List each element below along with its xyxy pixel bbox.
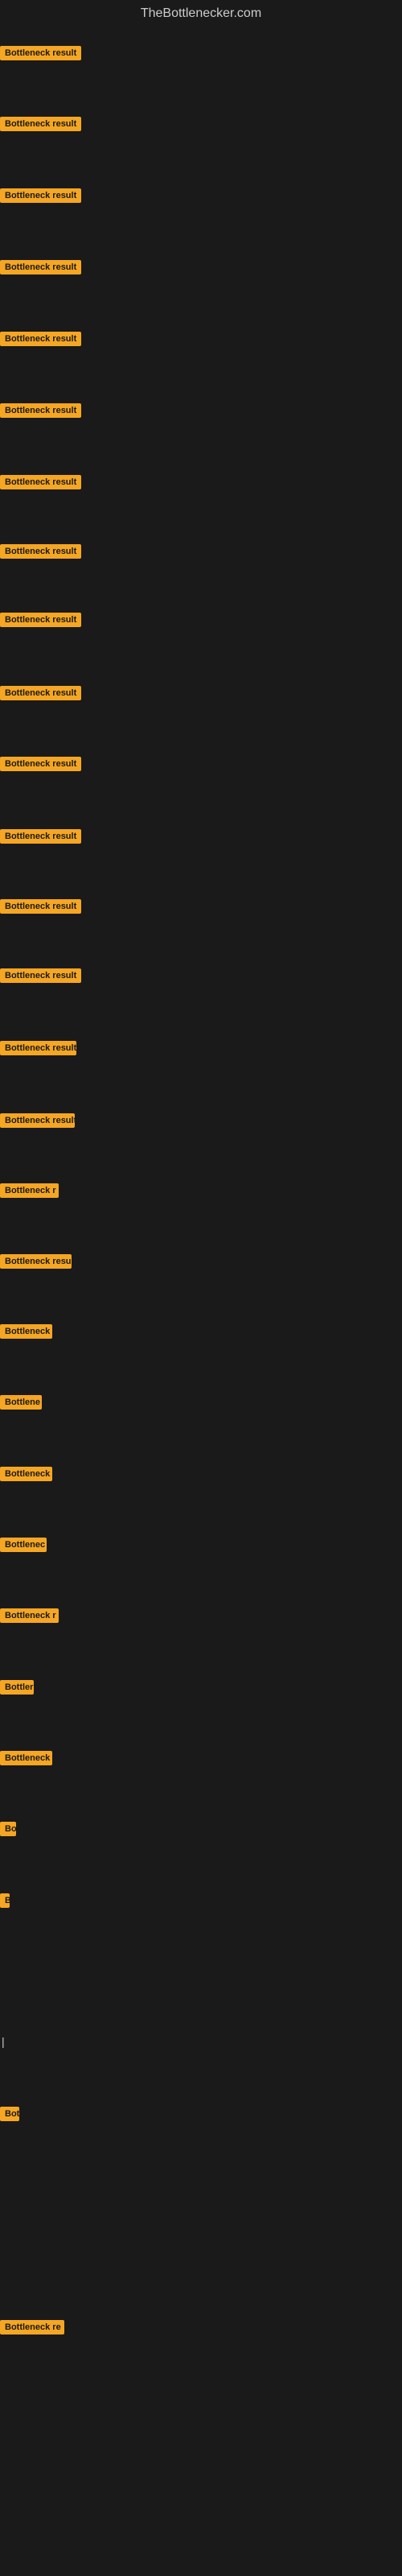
bottleneck-badge: Bottlene (0, 1395, 42, 1410)
bottleneck-badge: Bottleneck result (0, 544, 81, 559)
bottleneck-cursor: | (2, 2035, 5, 2048)
bottleneck-badge: Bottleneck (0, 1324, 52, 1339)
bottleneck-item[interactable]: Bottleneck r (0, 1608, 59, 1627)
bottleneck-item[interactable]: Bottleneck result (0, 46, 81, 64)
bottleneck-badge: Bottleneck r (0, 1608, 59, 1623)
bottleneck-badge: Bottleneck result (0, 117, 81, 131)
bottleneck-badge: Bottleneck result (0, 1113, 75, 1128)
bottleneck-badge: Bottleneck result (0, 475, 81, 489)
bottleneck-badge: Bottleneck (0, 1751, 52, 1765)
bottleneck-item[interactable]: Bottlene (0, 1395, 42, 1414)
bottleneck-badge: Bo (0, 1822, 16, 1836)
bottleneck-item[interactable]: Bottleneck result (0, 613, 81, 631)
bottleneck-item[interactable]: Bo (0, 1822, 16, 1840)
bottleneck-item[interactable]: Bottleneck result (0, 686, 81, 704)
bottleneck-item[interactable]: Bottleneck result (0, 1113, 75, 1132)
bottleneck-item[interactable]: Bottleneck re (0, 2320, 64, 2339)
bottleneck-badge: Bottleneck result (0, 332, 81, 346)
bottleneck-badge: Bottleneck result (0, 757, 81, 771)
bottleneck-item[interactable]: Bottleneck result (0, 968, 81, 987)
bottleneck-item[interactable]: Bottleneck result (0, 117, 81, 135)
bottleneck-item[interactable]: Bottleneck (0, 1467, 52, 1485)
bottleneck-badge: Bottleneck re (0, 2320, 64, 2334)
bottleneck-item[interactable]: Bottlenec (0, 1538, 47, 1556)
bottleneck-item[interactable]: Bottleneck (0, 1751, 52, 1769)
bottleneck-badge: Bottleneck result (0, 403, 81, 418)
bottleneck-badge: Bottler (0, 1680, 34, 1695)
bottleneck-item[interactable]: Bottleneck result (0, 899, 81, 918)
bottleneck-item[interactable]: Bottleneck r (0, 1183, 59, 1202)
bottleneck-badge: Bottleneck resu (0, 1254, 72, 1269)
site-title: TheBottlenecker.com (0, 0, 402, 24)
bottleneck-badge: Bottleneck result (0, 188, 81, 203)
bottleneck-badge: B (0, 1893, 10, 1908)
bottleneck-item[interactable]: Bottleneck result (0, 475, 81, 493)
bottleneck-item[interactable]: B (0, 1893, 10, 1912)
bottleneck-badge: Bottleneck result (0, 829, 81, 844)
bottleneck-badge: Bot (0, 2107, 19, 2121)
bottleneck-item[interactable]: Bottleneck result (0, 188, 81, 207)
bottleneck-badge: Bottleneck result (0, 46, 81, 60)
bottleneck-badge: Bottleneck (0, 1467, 52, 1481)
bottleneck-item[interactable]: Bottler (0, 1680, 34, 1699)
bottleneck-item[interactable]: Bottleneck resu (0, 1254, 72, 1273)
bottleneck-badge: Bottleneck result (0, 613, 81, 627)
bottleneck-item[interactable]: Bottleneck result (0, 829, 81, 848)
bottleneck-badge: Bottlenec (0, 1538, 47, 1552)
bottleneck-item[interactable]: Bot (0, 2107, 19, 2125)
bottleneck-item[interactable]: Bottleneck result (0, 544, 81, 563)
bottleneck-item[interactable]: Bottleneck (0, 1324, 52, 1343)
bottleneck-badge: Bottleneck result (0, 260, 81, 275)
bottleneck-badge: Bottleneck result (0, 686, 81, 700)
bottleneck-badge: Bottleneck result (0, 1041, 76, 1055)
bottleneck-badge: Bottleneck r (0, 1183, 59, 1198)
bottleneck-item[interactable]: Bottleneck result (0, 332, 81, 350)
bottleneck-badge: Bottleneck result (0, 899, 81, 914)
bottleneck-item[interactable]: Bottleneck result (0, 757, 81, 775)
bottleneck-item[interactable]: Bottleneck result (0, 260, 81, 279)
bottleneck-item[interactable]: Bottleneck result (0, 1041, 76, 1059)
bottleneck-badge: Bottleneck result (0, 968, 81, 983)
bottleneck-item[interactable]: Bottleneck result (0, 403, 81, 422)
